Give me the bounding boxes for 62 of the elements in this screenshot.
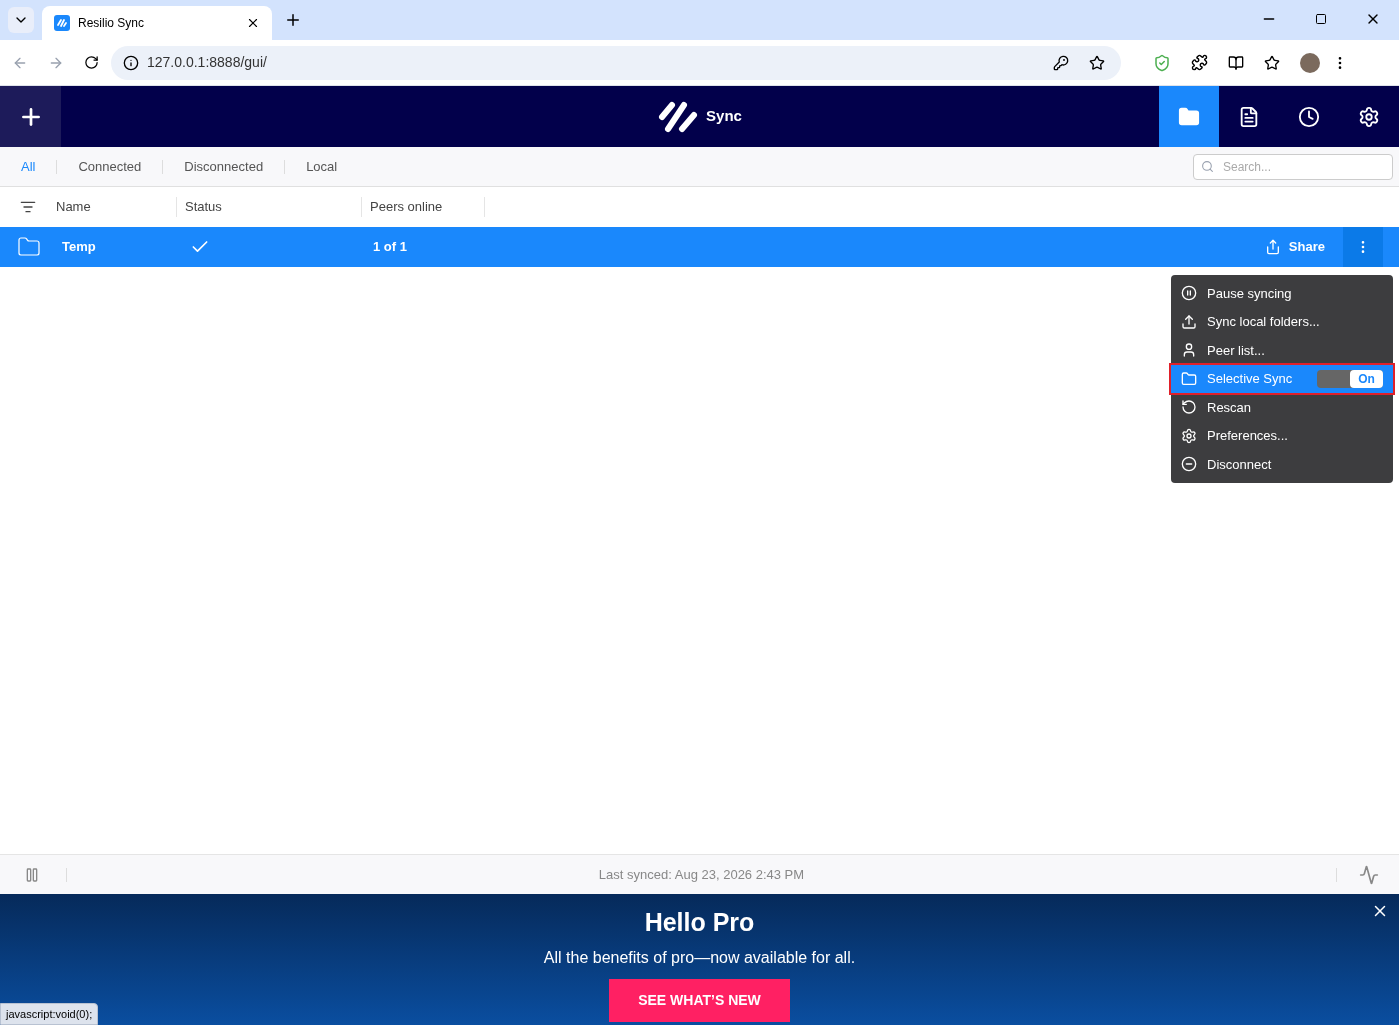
- toggle-switch[interactable]: On: [1317, 369, 1383, 388]
- menu-item[interactable]: Pause syncing: [1171, 279, 1393, 308]
- logo-text: Sync: [706, 106, 742, 127]
- extensions-icon[interactable]: [1191, 54, 1208, 71]
- key-icon[interactable]: [1053, 54, 1069, 71]
- avatar[interactable]: [1300, 52, 1320, 73]
- status-link-tooltip: javascript:void(0);: [0, 1002, 99, 1025]
- folder-icon: [1181, 370, 1197, 387]
- menu-item[interactable]: Selective Sync On: [1171, 364, 1393, 393]
- search-icon: [1201, 159, 1214, 173]
- clock-icon: [1298, 105, 1320, 128]
- app-logo-icon: [54, 15, 70, 31]
- maximize-icon[interactable]: [1315, 13, 1327, 25]
- new-tab-icon[interactable]: [284, 11, 302, 29]
- filter-icon[interactable]: [20, 199, 36, 215]
- star-icon[interactable]: [1089, 54, 1105, 71]
- banner-text: All the benefits of pro—now available for all.: [543, 947, 856, 968]
- settings-icon: [1181, 427, 1197, 444]
- shield-icon[interactable]: [1153, 53, 1171, 72]
- reload-icon[interactable]: [84, 55, 99, 70]
- pause-icon: [1181, 285, 1197, 302]
- favorites-icon[interactable]: [1264, 54, 1280, 71]
- sync-logo-icon: [658, 100, 699, 133]
- menu-item[interactable]: Disconnect: [1171, 450, 1393, 479]
- banner-title: Hello Pro: [644, 907, 755, 938]
- search-field[interactable]: Search...: [1193, 153, 1393, 180]
- rescan-icon: [1181, 399, 1197, 416]
- folder-name: Temp: [62, 238, 97, 257]
- menu-item[interactable]: Preferences...: [1171, 421, 1393, 450]
- menu-item[interactable]: Rescan: [1171, 393, 1393, 422]
- site-info-icon[interactable]: [123, 54, 139, 71]
- column-header[interactable]: Name: [56, 197, 91, 217]
- minus-circle-icon: [1181, 456, 1197, 473]
- reading-list-icon[interactable]: [1228, 54, 1244, 71]
- menu-item[interactable]: Peer list...: [1171, 336, 1393, 365]
- pause-icon[interactable]: [24, 866, 40, 883]
- share-icon: [1264, 239, 1281, 255]
- browser-tab[interactable]: Resilio Sync: [42, 6, 272, 40]
- tab-title: Resilio Sync: [78, 15, 146, 32]
- settings-icon: [1358, 105, 1380, 128]
- folder-icon: [17, 235, 41, 259]
- tab-list-button[interactable]: [8, 7, 34, 33]
- menu-item[interactable]: Sync local folders...: [1171, 307, 1393, 336]
- peers-count: 1 of 1: [373, 238, 407, 257]
- filter-tab[interactable]: Local: [306, 156, 338, 177]
- filter-tab[interactable]: Connected: [78, 156, 142, 177]
- upload-icon: [1181, 313, 1197, 330]
- column-header[interactable]: Peers online: [370, 197, 443, 217]
- see-whats-new-button[interactable]: SEE WHAT’S NEW: [609, 978, 790, 1022]
- column-header[interactable]: Status: [185, 197, 222, 217]
- filter-tab[interactable]: Disconnected: [184, 156, 264, 177]
- folder-row[interactable]: Temp 1 of 1 Share: [0, 227, 1399, 267]
- add-button[interactable]: [0, 86, 61, 147]
- last-synced-text: Last synced: Aug 23, 2026 2:43 PM: [597, 865, 806, 884]
- share-button[interactable]: Share: [1264, 237, 1325, 257]
- activity-icon[interactable]: [1359, 864, 1379, 885]
- address-bar[interactable]: 127.0.0.1:8888/gui/: [111, 45, 1121, 80]
- document-icon: [1238, 105, 1260, 128]
- close-icon[interactable]: [246, 16, 260, 30]
- folder-icon: [1178, 105, 1200, 128]
- user-icon: [1181, 342, 1197, 359]
- url-text: 127.0.0.1:8888/gui/: [147, 53, 268, 72]
